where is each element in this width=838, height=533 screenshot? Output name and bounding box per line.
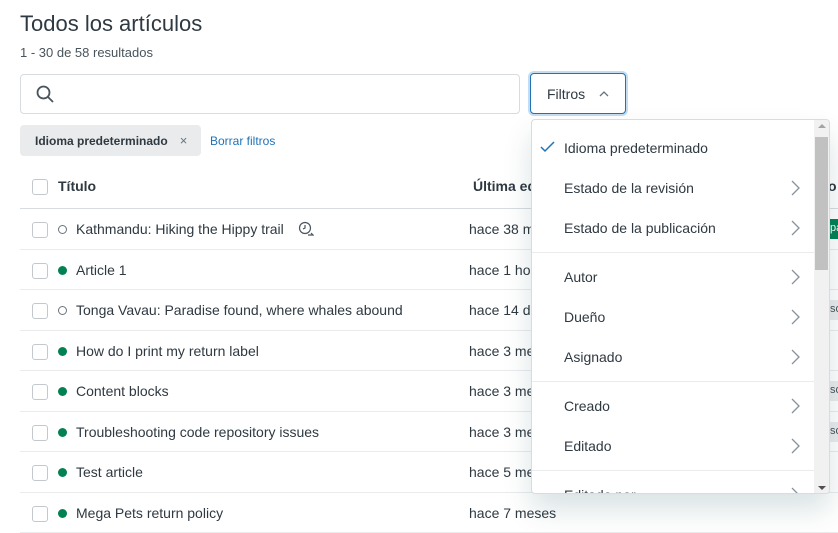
chevron-right-icon (790, 349, 800, 365)
filter-menu-item-label: Idioma predeterminado (564, 140, 708, 156)
menu-divider (532, 381, 814, 382)
clear-filters-link[interactable]: Borrar filtros (210, 134, 275, 148)
chevron-right-icon (790, 309, 800, 325)
filter-menu-item-label: Creado (564, 398, 610, 414)
check-icon (540, 139, 556, 155)
filter-menu-item[interactable]: Editado por (532, 475, 814, 494)
scroll-up-icon[interactable] (818, 124, 826, 128)
filter-menu-item[interactable]: Autor (532, 257, 814, 297)
status-draft-icon (58, 225, 67, 234)
chevron-right-icon (790, 438, 800, 454)
filter-menu: Idioma predeterminado Estado de la revisi… (531, 119, 830, 494)
filter-menu-item[interactable]: Editado (532, 426, 814, 466)
filter-menu-item-label: Autor (564, 269, 597, 285)
row-checkbox[interactable] (32, 425, 48, 441)
status-draft-icon (58, 306, 67, 315)
article-title-link[interactable]: Tonga Vavau: Paradise found, where whale… (76, 302, 403, 318)
scroll-down-icon[interactable] (818, 486, 826, 490)
last-edited: hace 5 me (469, 464, 534, 480)
article-title-link[interactable]: Article 1 (76, 262, 127, 278)
menu-divider (532, 470, 814, 471)
filters-label: Filtros (547, 86, 585, 102)
last-edited: hace 3 me (469, 343, 534, 359)
search-icon (36, 85, 54, 103)
filter-menu-item-label: Editado (564, 438, 611, 454)
filter-menu-item[interactable]: Idioma predeterminado (532, 128, 814, 168)
table-row[interactable]: Mega Pets return policy hace 7 meses (20, 493, 838, 533)
filter-menu-item-label: Asignado (564, 349, 622, 365)
last-edited: hace 14 d (469, 302, 531, 318)
column-title[interactable]: Título (58, 178, 96, 194)
last-edited: hace 1 ho (469, 262, 531, 278)
filter-menu-item-label: Dueño (564, 309, 605, 325)
row-checkbox[interactable] (32, 344, 48, 360)
menu-scrollbar[interactable] (814, 120, 830, 494)
scroll-thumb[interactable] (815, 137, 828, 270)
select-all-checkbox[interactable] (32, 179, 48, 195)
status-published-icon (58, 266, 67, 275)
article-title-link[interactable]: How do I print my return label (76, 343, 259, 359)
filter-menu-item-label: Estado de la revisión (564, 180, 694, 196)
filter-menu-item[interactable]: Estado de la revisión (532, 168, 814, 208)
filter-menu-item[interactable]: Dueño (532, 297, 814, 337)
filter-menu-item[interactable]: Creado (532, 386, 814, 426)
chevron-right-icon (790, 220, 800, 236)
filter-chip-idioma: Idioma predeterminado × (20, 125, 201, 156)
row-checkbox[interactable] (32, 222, 48, 238)
row-checkbox[interactable] (32, 263, 48, 279)
chevron-right-icon (790, 398, 800, 414)
row-checkbox[interactable] (32, 506, 48, 522)
article-title-link[interactable]: Kathmandu: Hiking the Hippy trail (76, 221, 284, 237)
last-edited: hace 7 meses (469, 505, 556, 521)
filters-button[interactable]: Filtros (530, 73, 626, 114)
row-checkbox[interactable] (32, 384, 48, 400)
row-checkbox[interactable] (32, 465, 48, 481)
chevron-right-icon (790, 180, 800, 196)
article-title-link[interactable]: Test article (76, 464, 143, 480)
close-icon[interactable]: × (180, 133, 188, 148)
menu-divider (532, 252, 814, 253)
filter-chip-label: Idioma predeterminado (35, 134, 168, 148)
filter-menu-item[interactable]: Estado de la publicación (532, 208, 814, 248)
last-edited: hace 3 me (469, 383, 534, 399)
chevron-right-icon (790, 269, 800, 285)
status-published-icon (58, 387, 67, 396)
article-title-link[interactable]: Content blocks (76, 383, 169, 399)
filter-menu-item-label: Estado de la publicación (564, 220, 716, 236)
last-edited: hace 3 me (469, 424, 534, 440)
status-published-icon (58, 509, 67, 518)
filter-menu-item[interactable]: Asignado (532, 337, 814, 377)
last-edited: hace 38 m (469, 221, 534, 237)
results-count: 1 - 30 de 58 resultados (20, 45, 153, 60)
article-title-link[interactable]: Mega Pets return policy (76, 505, 223, 521)
filter-menu-item-label: Editado por (564, 487, 636, 494)
page-title: Todos los artículos (20, 11, 202, 37)
scheduled-clock-icon (298, 221, 314, 240)
search-input[interactable] (20, 74, 520, 114)
chevron-right-icon (790, 487, 800, 494)
status-published-icon (58, 428, 67, 437)
status-published-icon (58, 347, 67, 356)
chevron-up-icon (599, 91, 609, 97)
row-checkbox[interactable] (32, 303, 48, 319)
status-published-icon (58, 468, 67, 477)
article-title-link[interactable]: Troubleshooting code repository issues (76, 424, 319, 440)
